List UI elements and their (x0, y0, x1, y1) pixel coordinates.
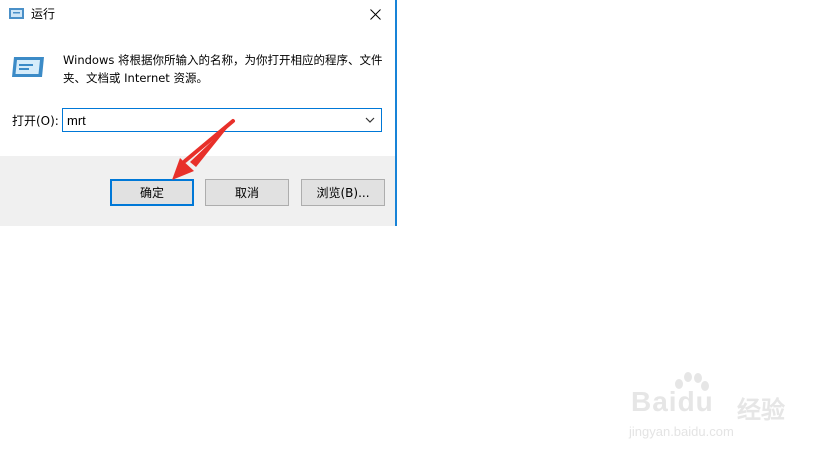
run-app-icon (12, 57, 44, 77)
dialog-description: Windows 将根据你所输入的名称，为你打开相应的程序、文件夹、文档或 Int… (63, 53, 383, 85)
watermark-brand: Baidu (631, 386, 714, 417)
watermark-brand-cn: 经验 (737, 396, 785, 424)
title-bar: 运行 (0, 0, 395, 28)
open-combobox[interactable] (62, 108, 382, 132)
dialog-title: 运行 (31, 7, 56, 21)
watermark-url: jingyan.baidu.com (629, 424, 734, 439)
dialog-content: Windows 将根据你所输入的名称，为你打开相应的程序、文件夹、文档或 Int… (0, 28, 395, 156)
run-dialog: 运行 Windows 将根据你所输入的名称，为你打开相应的程序、文件夹、文档或 … (0, 0, 397, 226)
open-label: 打开(O): (12, 114, 59, 128)
close-button[interactable] (355, 0, 395, 28)
browse-button[interactable]: 浏览(B)... (301, 179, 385, 206)
run-app-icon (9, 8, 24, 19)
ok-button[interactable]: 确定 (110, 179, 194, 206)
close-icon (369, 8, 381, 20)
watermark: Baidu 经验 jingyan.baidu.com (625, 372, 810, 442)
cancel-button[interactable]: 取消 (205, 179, 289, 206)
open-input[interactable] (67, 109, 347, 131)
chevron-down-icon[interactable] (363, 113, 377, 127)
